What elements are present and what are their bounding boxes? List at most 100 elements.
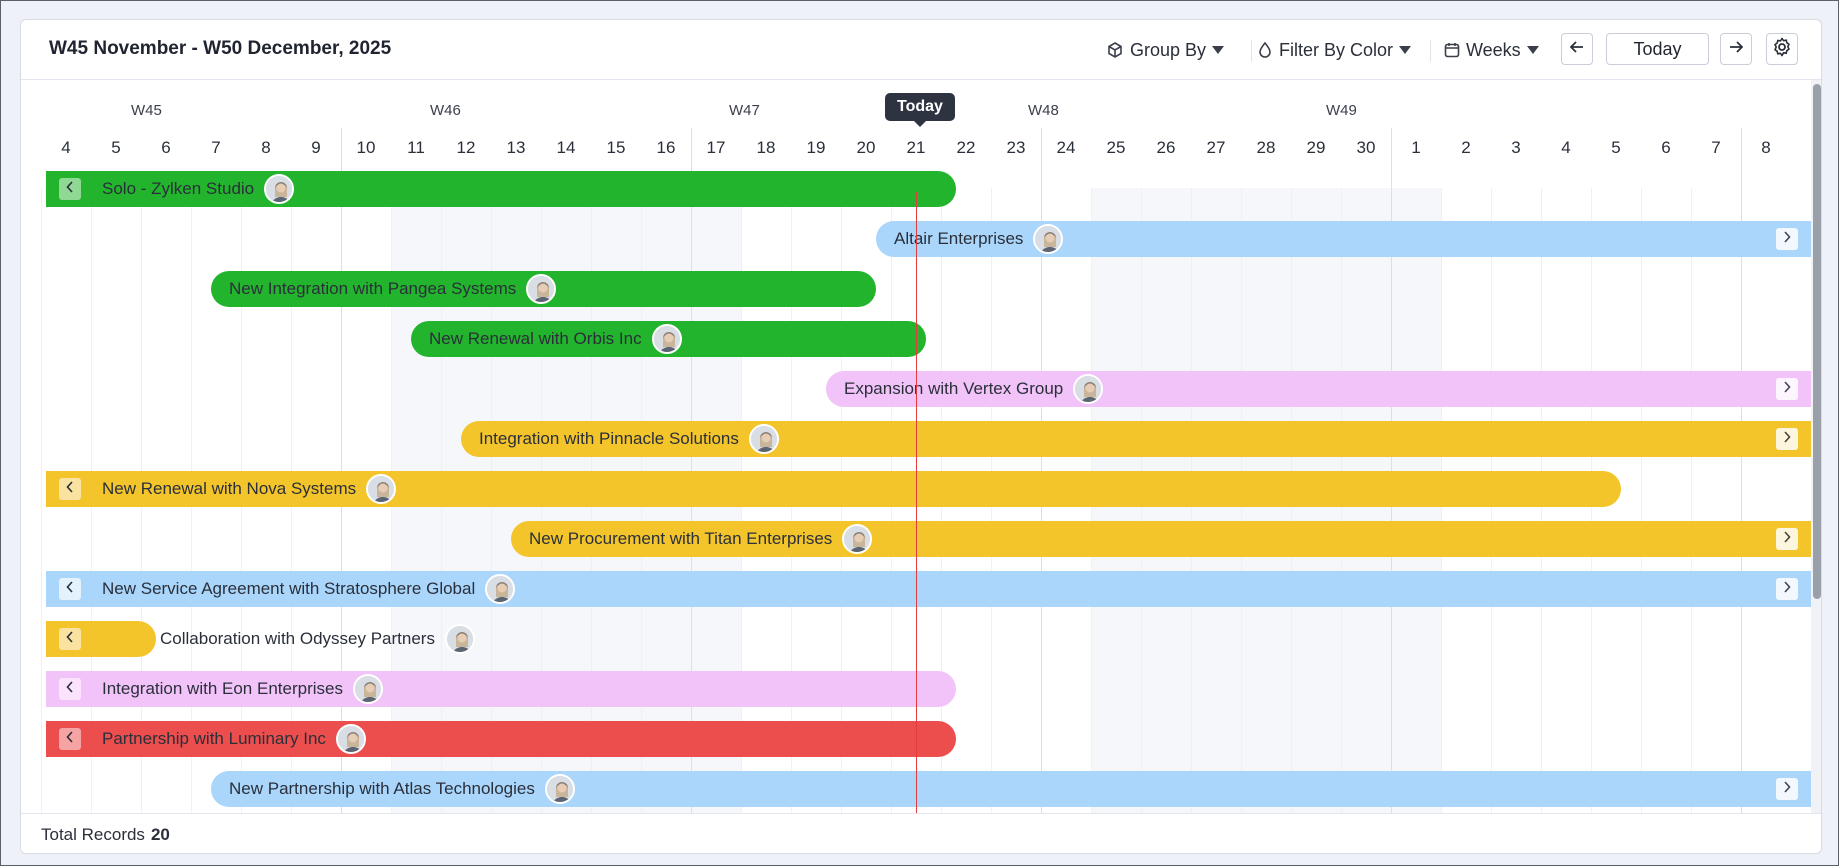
record-label[interactable]: New Service Agreement with Stratosphere … — [102, 571, 516, 607]
next-button[interactable] — [1720, 33, 1752, 65]
scrollbar-thumb[interactable] — [1813, 84, 1821, 599]
chevron-right-icon — [1783, 580, 1791, 598]
toolbar-divider — [1430, 40, 1431, 62]
scroll-right-button[interactable] — [1776, 378, 1798, 400]
chevron-down-icon — [1212, 46, 1225, 54]
day-number: 2 — [1461, 138, 1471, 157]
record-label[interactable]: New Partnership with Atlas Technologies — [229, 771, 575, 807]
week-label: W47 — [729, 102, 760, 119]
total-records-label: Total Records — [41, 824, 145, 844]
day-number: 13 — [506, 138, 526, 157]
record-label[interactable]: Solo - Zylken Studio — [102, 171, 295, 207]
scroll-left-button[interactable] — [59, 728, 81, 750]
settings-gear-icon — [1772, 37, 1792, 62]
filter-by-color-dropdown[interactable]: Filter By Color — [1257, 36, 1412, 64]
owner-avatar[interactable] — [842, 524, 873, 554]
record-label[interactable]: Expansion with Vertex Group — [844, 371, 1104, 407]
chevron-left-icon — [66, 730, 74, 748]
day-number: 12 — [456, 138, 476, 157]
record-name: New Partnership with Atlas Technologies — [229, 779, 535, 798]
chevron-left-icon — [66, 680, 74, 698]
record-label[interactable]: New Renewal with Orbis Inc — [429, 321, 682, 357]
settings-button[interactable] — [1766, 33, 1798, 65]
owner-avatar[interactable] — [544, 774, 575, 804]
day-number: 14 — [556, 138, 576, 157]
record-label[interactable]: New Integration with Pangea Systems — [229, 271, 557, 307]
scroll-right-button[interactable] — [1776, 428, 1798, 450]
day-number: 6 — [1661, 138, 1671, 157]
record-label[interactable]: Altair Enterprises — [894, 221, 1064, 257]
group-by-icon — [1106, 41, 1124, 59]
record-label[interactable]: New Renewal with Nova Systems — [102, 471, 397, 507]
owner-avatar[interactable] — [366, 474, 397, 504]
day-number: 18 — [756, 138, 776, 157]
owner-avatar[interactable] — [526, 274, 557, 304]
day-number: 25 — [1106, 138, 1126, 157]
chevron-left-icon — [66, 480, 74, 498]
day-number: 27 — [1206, 138, 1226, 157]
owner-avatar[interactable] — [352, 674, 383, 704]
day-number: 26 — [1156, 138, 1176, 157]
record-label[interactable]: Collaboration with Odyssey Partners — [160, 621, 475, 657]
owner-avatar[interactable] — [485, 574, 516, 604]
scroll-left-button[interactable] — [59, 178, 81, 200]
day-number: 7 — [1711, 138, 1721, 157]
day-number: 8 — [261, 138, 271, 157]
day-number: 4 — [61, 138, 71, 157]
day-number: 8 — [1761, 138, 1771, 157]
group-by-dropdown[interactable]: Group By — [1106, 36, 1225, 64]
day-number: 29 — [1306, 138, 1326, 157]
owner-avatar[interactable] — [1073, 374, 1104, 404]
day-number: 3 — [1511, 138, 1521, 157]
day-column-line — [41, 188, 42, 813]
app-frame: W45 November - W50 December, 2025 Group … — [0, 0, 1839, 866]
chevron-left-icon — [66, 180, 74, 198]
view-mode-dropdown[interactable]: Weeks — [1444, 36, 1539, 64]
toolbar-divider — [1251, 40, 1252, 62]
scroll-right-button[interactable] — [1776, 578, 1798, 600]
day-number: 15 — [606, 138, 626, 157]
day-number: 1 — [1411, 138, 1421, 157]
vertical-scrollbar[interactable] — [1811, 80, 1821, 813]
day-number: 4 — [1561, 138, 1571, 157]
day-number: 17 — [706, 138, 726, 157]
scroll-right-button[interactable] — [1776, 228, 1798, 250]
record-name: Altair Enterprises — [894, 229, 1024, 248]
owner-avatar[interactable] — [651, 324, 682, 354]
today-marker-line — [916, 192, 917, 813]
owner-avatar[interactable] — [444, 624, 475, 654]
owner-avatar[interactable] — [335, 724, 366, 754]
record-label[interactable]: New Procurement with Titan Enterprises — [529, 521, 873, 557]
owner-avatar[interactable] — [1033, 224, 1064, 254]
owner-avatar[interactable] — [264, 174, 295, 204]
scroll-left-button[interactable] — [59, 678, 81, 700]
record-name: Integration with Eon Enterprises — [102, 679, 343, 698]
today-button[interactable]: Today — [1606, 33, 1709, 65]
day-number: 9 — [311, 138, 321, 157]
scroll-left-button[interactable] — [59, 628, 81, 650]
record-label[interactable]: Integration with Eon Enterprises — [102, 671, 383, 707]
record-label[interactable]: Partnership with Luminary Inc — [102, 721, 366, 757]
record-name: New Renewal with Orbis Inc — [429, 329, 642, 348]
chevron-right-icon — [1783, 380, 1791, 398]
chevron-left-icon — [66, 580, 74, 598]
scroll-right-button[interactable] — [1776, 778, 1798, 800]
scroll-left-button[interactable] — [59, 578, 81, 600]
chevron-right-icon — [1783, 780, 1791, 798]
record-name: Solo - Zylken Studio — [102, 179, 255, 198]
record-label[interactable]: Integration with Pinnacle Solutions — [479, 421, 779, 457]
day-number: 19 — [806, 138, 826, 157]
day-number: 22 — [956, 138, 976, 157]
record-name: Expansion with Vertex Group — [844, 379, 1064, 398]
scroll-right-button[interactable] — [1776, 528, 1798, 550]
day-number: 7 — [211, 138, 221, 157]
view-mode-label: Weeks — [1466, 39, 1521, 60]
owner-avatar[interactable] — [748, 424, 779, 454]
footer: Total Records 20 — [21, 813, 1821, 853]
chevron-right-icon — [1783, 530, 1791, 548]
day-number: 21 — [906, 138, 926, 157]
day-number: 10 — [356, 138, 376, 157]
week-label: W49 — [1326, 102, 1357, 119]
scroll-left-button[interactable] — [59, 478, 81, 500]
previous-button[interactable] — [1561, 33, 1593, 65]
